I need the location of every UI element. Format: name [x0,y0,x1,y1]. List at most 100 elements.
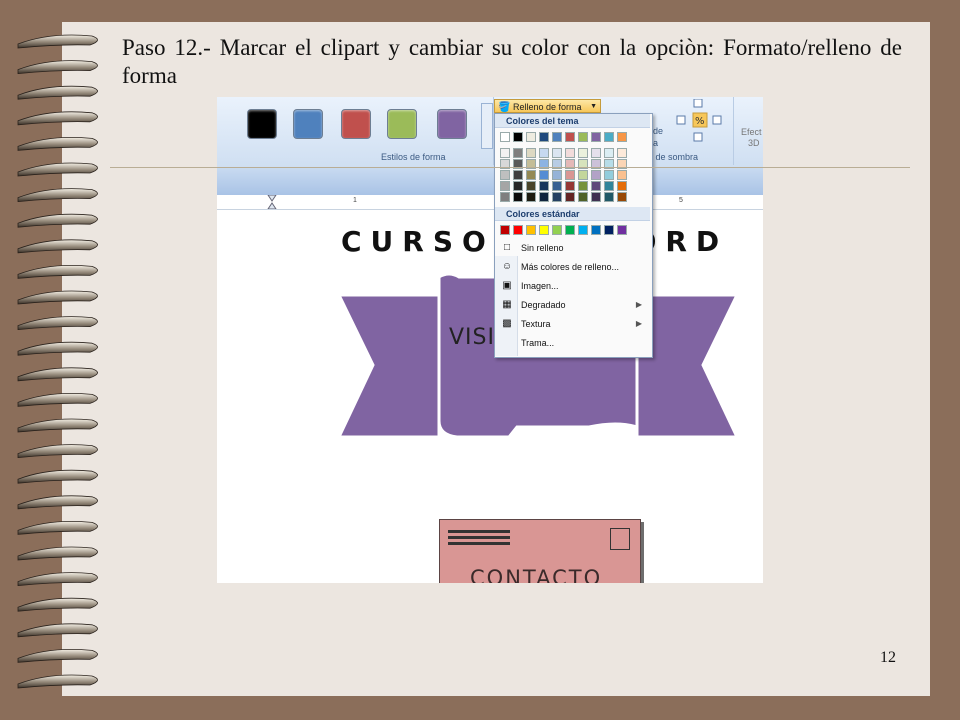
color-swatch[interactable] [565,148,575,158]
spiral-coil [17,597,98,612]
color-swatch[interactable] [565,225,575,235]
spiral-coil [17,418,98,433]
color-swatch[interactable] [539,225,549,235]
spiral-coil [17,444,98,459]
pattern-icon [501,337,513,349]
color-swatch[interactable] [604,132,614,142]
shape-fill-button[interactable]: 🪣 Relleno de forma ▼ [494,99,601,113]
color-swatch[interactable] [565,192,575,202]
color-swatch[interactable] [539,132,549,142]
color-swatch[interactable] [526,170,536,180]
color-swatch[interactable] [565,132,575,142]
color-swatch[interactable] [578,181,588,191]
picture-icon: ▣ [502,280,512,291]
fill-menu-item[interactable]: ▦ Degradado ▶ [502,297,646,313]
color-swatch[interactable] [552,192,562,202]
fill-menu-item[interactable]: ▣ Imagen... [502,278,646,294]
color-swatch[interactable] [591,192,601,202]
color-swatch[interactable] [578,192,588,202]
color-swatch[interactable] [604,225,614,235]
page-number: 12 [880,649,896,666]
color-swatch[interactable] [500,181,510,191]
color-swatch[interactable] [526,192,536,202]
fill-menu-item-label: Trama... [521,338,555,348]
color-swatch[interactable] [604,181,614,191]
spiral-coil [17,265,98,279]
color-swatch[interactable] [500,132,510,142]
color-swatch[interactable] [565,170,575,180]
color-swatch[interactable] [526,181,536,191]
spiral-coil [17,521,98,535]
spiral-coil [17,674,98,689]
postcard-line [448,536,510,539]
color-swatch[interactable] [539,192,549,202]
color-swatch[interactable] [578,148,588,158]
color-swatch[interactable] [591,170,601,180]
spiral-coil [17,495,98,510]
fill-menu-item[interactable]: ☺ Más colores de relleno... [502,259,646,275]
spiral-coil [17,623,98,638]
color-swatch[interactable] [552,181,562,191]
color-swatch[interactable] [500,192,510,202]
gradient-icon: ▦ [502,299,512,310]
fill-menu-item[interactable]: ▩ Textura ▶ [502,316,646,332]
color-swatch[interactable] [617,170,627,180]
color-swatch[interactable] [500,170,510,180]
color-swatch[interactable] [526,225,536,235]
color-swatch[interactable] [591,148,601,158]
spiral-binding [17,34,98,689]
fill-menu-item-label: Imagen... [521,281,559,291]
color-swatch[interactable] [617,181,627,191]
color-swatch[interactable] [578,170,588,180]
fill-menu-item-label: Más colores de relleno... [521,262,620,272]
word-screenshot: Estilos de forma tos de sombra de a % Ef… [217,97,763,583]
color-swatch[interactable] [591,225,601,235]
color-swatch[interactable] [513,181,523,191]
color-swatch[interactable] [539,170,549,180]
color-swatch[interactable] [617,192,627,202]
color-swatch[interactable] [539,148,549,158]
color-swatch[interactable] [552,225,562,235]
color-swatch[interactable] [617,148,627,158]
color-swatch[interactable] [591,181,601,191]
color-swatch[interactable] [552,170,562,180]
standard-colors-header: Colores estándar [495,207,650,221]
color-swatch[interactable] [552,132,562,142]
spiral-coil [17,546,98,561]
color-swatch[interactable] [539,181,549,191]
fill-menu-item[interactable]: □ Sin relleno [504,240,646,256]
color-swatch[interactable] [604,170,614,180]
color-swatch[interactable] [552,148,562,158]
shape-fill-menu: Colores del tema Colores estándar □ Sin r… [494,113,653,358]
color-swatch[interactable] [500,148,510,158]
color-swatch[interactable] [578,132,588,142]
color-swatch[interactable] [565,181,575,191]
spiral-coil [17,367,98,382]
color-swatch[interactable] [500,225,510,235]
fill-menu-item-label: Degradado [521,300,566,310]
color-swatch[interactable] [526,148,536,158]
color-swatch[interactable] [526,132,536,142]
color-swatch[interactable] [617,225,627,235]
theme-colors-header: Colores del tema [495,114,650,128]
color-swatch[interactable] [604,192,614,202]
color-swatch[interactable] [617,132,627,142]
spiral-coil [17,316,98,331]
no-fill-icon: □ [503,242,511,253]
spiral-coil [17,290,98,305]
spiral-coil [17,469,98,484]
color-swatch[interactable] [513,170,523,180]
spiral-coil [17,111,98,126]
color-swatch[interactable] [513,192,523,202]
color-swatch[interactable] [591,132,601,142]
color-swatch[interactable] [513,132,523,142]
color-swatch[interactable] [578,225,588,235]
color-swatch[interactable] [513,225,523,235]
contact-postcard[interactable]: CONTACTO [439,519,641,583]
postcard-text: CONTACTO [470,566,603,583]
color-swatch[interactable] [604,148,614,158]
fill-menu-item[interactable]: Trama... [521,335,646,351]
color-swatch[interactable] [513,148,523,158]
fill-menu-item-label: Sin relleno [521,243,564,253]
spiral-coil [17,34,98,49]
